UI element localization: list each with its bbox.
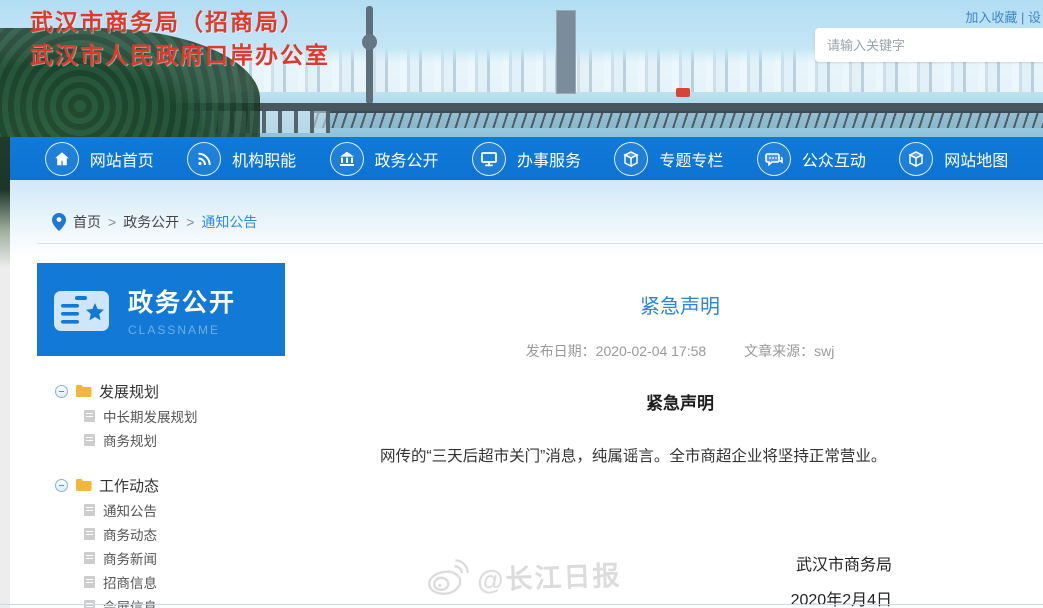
nav-item-home[interactable]: 网站首页 — [45, 142, 154, 176]
banner-photo: 武汉市商务局（招商局） 武汉市人民政府口岸办公室 加入收藏 | 设 — [0, 0, 1043, 137]
sidebar-item-label: 通知公告 — [103, 500, 157, 520]
nav-item-interaction[interactable]: 公众互动 — [757, 142, 866, 176]
bank-icon — [330, 142, 364, 176]
sidebar-title: 政务公开 — [128, 283, 236, 319]
document-icon — [84, 434, 95, 446]
nav-item-label: 政务公开 — [375, 147, 439, 171]
nav-item-label: 网站首页 — [90, 147, 154, 171]
publish-date: 发布日期：2020-02-04 17:58 — [526, 343, 707, 359]
sidebar-item-label: 工作动态 — [99, 475, 159, 496]
article: 紧急声明 发布日期：2020-02-04 17:58 文章来源：swj 紧急声明… — [340, 252, 1020, 608]
nav-item-label: 专题专栏 — [659, 147, 723, 171]
breadcrumb-separator: > — [108, 214, 116, 230]
sidebar-item-label: 商务动态 — [103, 524, 157, 544]
collapse-icon[interactable] — [55, 385, 68, 398]
sidebar-group-work-updates: 工作动态 通知公告 商务动态 商务新闻 招商信息 — [55, 472, 285, 608]
document-icon — [84, 576, 95, 588]
bridge-deck — [150, 103, 1043, 111]
sidebar-header: 政务公开 CLASSNAME — [37, 263, 285, 356]
links-divider: | — [1021, 10, 1024, 25]
cube-icon — [899, 142, 933, 176]
tv-tower — [366, 6, 373, 104]
boat — [676, 88, 690, 97]
home-icon — [45, 142, 79, 176]
site-title: 武汉市商务局（招商局） 武汉市人民政府口岸办公室 — [30, 6, 330, 72]
article-source: 文章来源：swj — [744, 343, 834, 359]
sidebar-item-label: 商务新闻 — [103, 548, 157, 568]
breadcrumb-separator: > — [186, 214, 194, 230]
folder-icon — [75, 478, 92, 492]
sidebar-item-investment-info[interactable]: 招商信息 — [55, 570, 285, 594]
weibo-icon — [424, 557, 471, 601]
nav-item-gov-info[interactable]: 政务公开 — [330, 142, 439, 176]
sidebar-item-mid-long-term-plan[interactable]: 中长期发展规划 — [55, 404, 285, 428]
nav-item-functions[interactable]: 机构职能 — [187, 142, 296, 176]
article-heading: 紧急声明 — [340, 389, 1020, 414]
breadcrumb-home[interactable]: 首页 — [73, 212, 101, 232]
feed-icon — [187, 142, 221, 176]
search-box — [815, 28, 1043, 62]
nav-item-label: 机构职能 — [232, 147, 296, 171]
building — [556, 10, 576, 94]
location-pin-icon — [52, 213, 66, 231]
main-nav: 网站首页 机构职能 政务公开 — [10, 137, 1043, 180]
add-favorite-link[interactable]: 加入收藏 — [965, 10, 1017, 25]
watermark-text: @长江日报 — [476, 553, 622, 597]
page: 武汉市商务局（招商局） 武汉市人民政府口岸办公室 加入收藏 | 设 网站首页 — [0, 0, 1043, 608]
sidebar-item-label: 招商信息 — [103, 572, 157, 592]
sidebar-item-work-updates[interactable]: 工作动态 — [55, 472, 285, 498]
banner-left-sliver — [0, 137, 10, 267]
article-body: 网传的“三天后超市关门”消息，纯属谣言。全市商超企业将坚持正常营业。 — [380, 444, 980, 470]
nav-item-sitemap[interactable]: 网站地图 — [899, 142, 1008, 176]
document-icon — [84, 528, 95, 540]
nav-item-special-topics[interactable]: 专题专栏 — [614, 142, 723, 176]
breadcrumb-current: 通知公告 — [201, 212, 257, 232]
collapse-icon[interactable] — [55, 479, 68, 492]
sidebar-item-commerce-plan[interactable]: 商务规划 — [55, 428, 285, 452]
nav-item-label: 公众互动 — [802, 147, 866, 171]
sidebar-item-commerce-updates[interactable]: 商务动态 — [55, 522, 285, 546]
sidebar-item-commerce-news[interactable]: 商务新闻 — [55, 546, 285, 570]
page-left-edge — [0, 267, 10, 608]
sidebar-item-label: 商务规划 — [103, 430, 157, 450]
sidebar-item-exhibition-info[interactable]: 会展信息 — [55, 594, 285, 608]
sidebar-tree: 发展规划 中长期发展规划 商务规划 工作动态 — [37, 356, 285, 608]
watermark: @长江日报 — [424, 552, 622, 601]
chat-icon — [757, 142, 791, 176]
nav-item-label: 网站地图 — [944, 147, 1008, 171]
search-input[interactable] — [815, 28, 1043, 62]
tree-gap — [55, 452, 285, 464]
nav-item-services[interactable]: 办事服务 — [472, 142, 581, 176]
page-bottom-divider — [0, 604, 1043, 605]
sidebar-item-development-planning[interactable]: 发展规划 — [55, 378, 285, 404]
site-title-line1: 武汉市商务局（招商局） — [30, 6, 330, 39]
sidebar-item-label: 中长期发展规划 — [103, 406, 198, 426]
nav-item-label: 办事服务 — [517, 147, 581, 171]
breadcrumb: 首页 > 政务公开 > 通知公告 — [52, 212, 257, 232]
sidebar-item-label: 会展信息 — [103, 596, 157, 608]
sidebar-subtitle: CLASSNAME — [128, 323, 236, 337]
article-meta: 发布日期：2020-02-04 17:58 文章来源：swj — [340, 341, 1020, 361]
breadcrumb-divider — [37, 243, 1043, 244]
set-home-link[interactable]: 设 — [1028, 10, 1041, 25]
sidebar-item-notices[interactable]: 通知公告 — [55, 498, 285, 522]
document-icon — [84, 504, 95, 516]
site-title-line2: 武汉市人民政府口岸办公室 — [30, 39, 330, 72]
sidebar: 政务公开 CLASSNAME 发展规划 中长期发展规划 — [37, 263, 285, 608]
sidebar-item-label: 发展规划 — [99, 381, 159, 402]
id-card-icon — [53, 287, 110, 333]
breadcrumb-gov-info[interactable]: 政务公开 — [123, 212, 179, 232]
cube-icon — [614, 142, 648, 176]
bridge-truss — [310, 111, 1043, 128]
document-icon — [84, 410, 95, 422]
article-title: 紧急声明 — [340, 290, 1020, 319]
folder-icon — [75, 384, 92, 398]
monitor-icon — [472, 142, 506, 176]
sidebar-group-planning: 发展规划 中长期发展规划 商务规划 — [55, 378, 285, 452]
document-icon — [84, 552, 95, 564]
top-links: 加入收藏 | 设 — [965, 7, 1041, 26]
